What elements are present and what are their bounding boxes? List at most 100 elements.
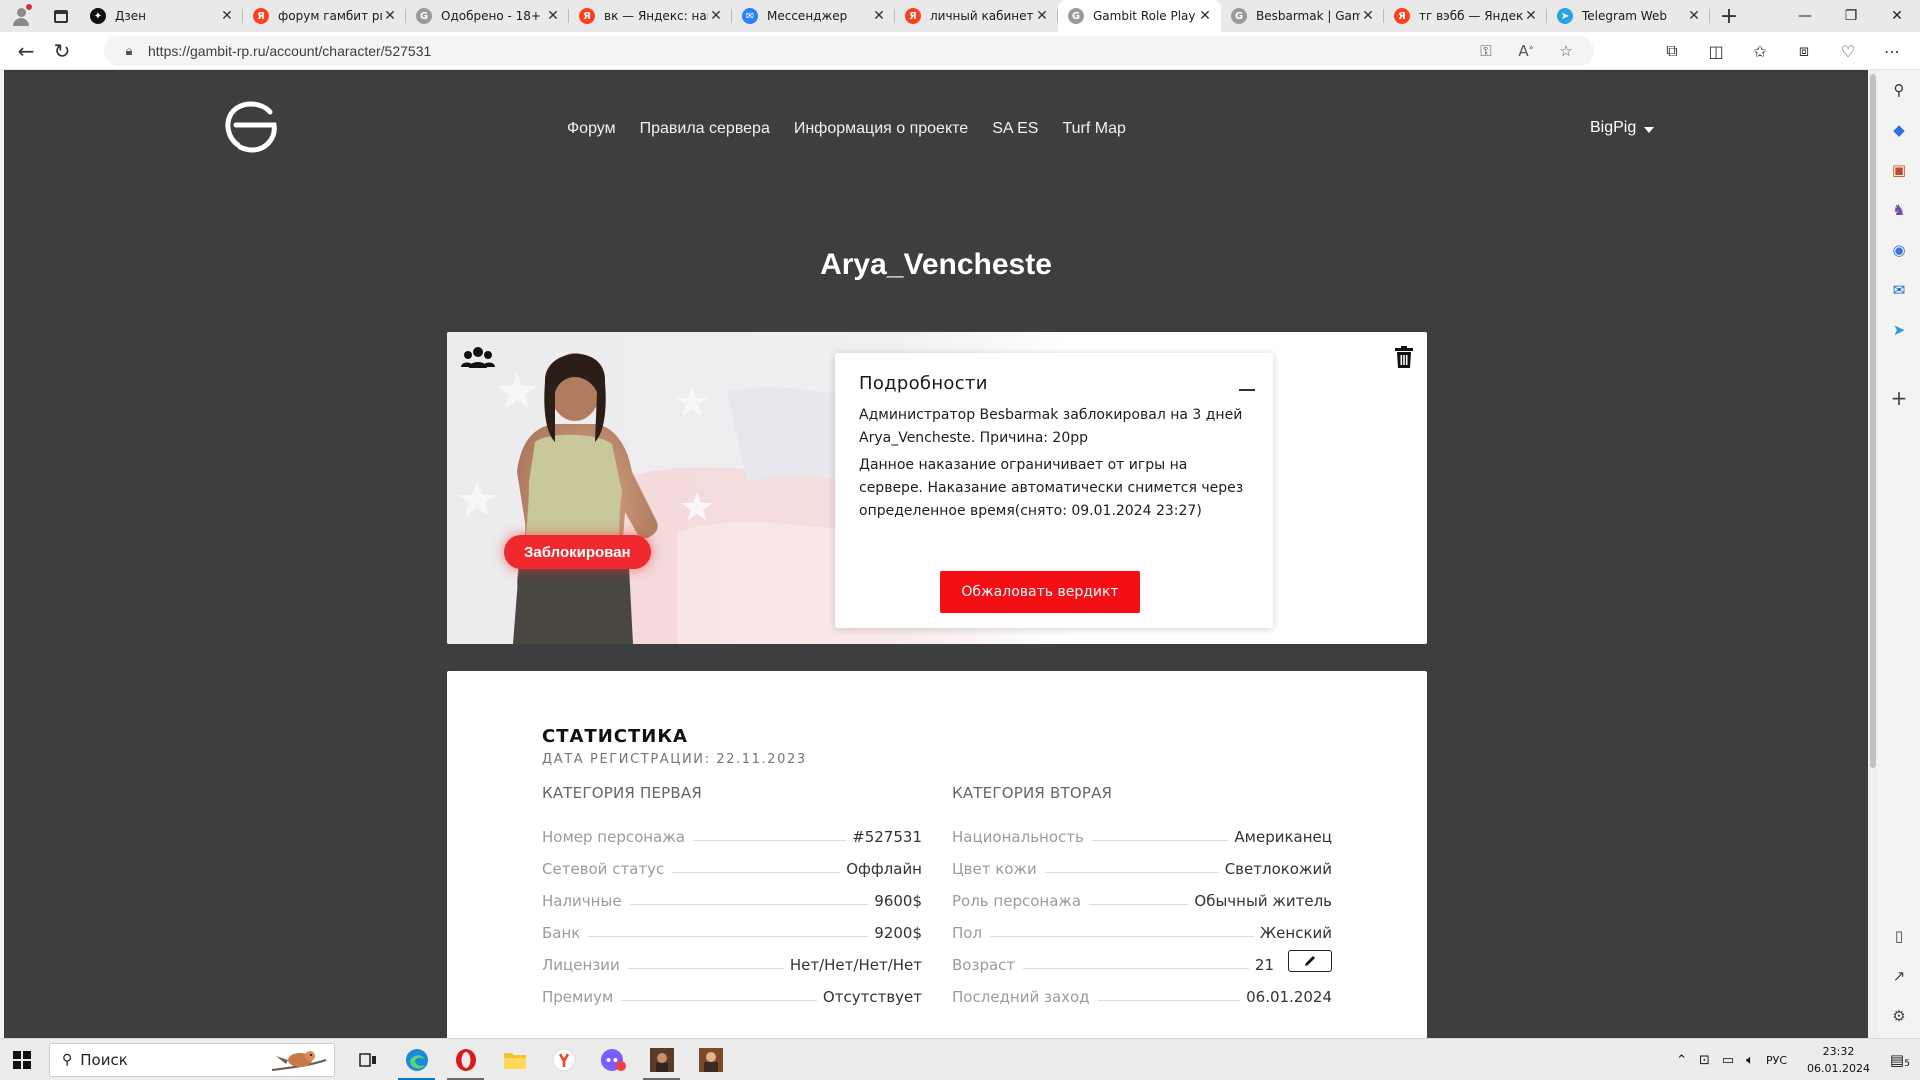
nav-server-rules[interactable]: Правила сервера bbox=[640, 120, 770, 138]
browser-tab[interactable]: Яличный кабинет г ✕ bbox=[895, 0, 1058, 32]
tools-icon[interactable]: ▣ bbox=[1887, 158, 1911, 182]
tab-close-icon[interactable]: ✕ bbox=[871, 8, 887, 24]
outlook-icon[interactable]: ✉ bbox=[1887, 278, 1911, 302]
user-menu[interactable]: BigPig bbox=[1590, 119, 1655, 137]
caret-down-icon[interactable] bbox=[1644, 127, 1655, 133]
new-tab-button[interactable]: + bbox=[1710, 4, 1748, 29]
browser-tab[interactable]: G Besbarmak | Gamb ✕ bbox=[1221, 0, 1384, 32]
address-bar[interactable]: 🔒︎ https://gambit-rp.ru/account/characte… bbox=[104, 36, 1594, 66]
edge-app-icon[interactable] bbox=[392, 1039, 441, 1080]
stat-label: Лицензии bbox=[542, 956, 620, 974]
trash-icon[interactable] bbox=[1395, 346, 1413, 368]
profile-avatar-icon[interactable] bbox=[0, 0, 42, 32]
windows-start-icon[interactable] bbox=[0, 1039, 44, 1080]
nav-turf-map[interactable]: Turf Map bbox=[1062, 120, 1125, 138]
lock-icon[interactable]: 🔒︎ bbox=[114, 44, 144, 59]
file-explorer-icon[interactable] bbox=[490, 1039, 539, 1080]
tab-favicon-icon: G bbox=[1231, 8, 1247, 24]
notification-center-icon[interactable]: ▤ 5 bbox=[1882, 1051, 1912, 1069]
settings-gear-icon[interactable]: ⚙ bbox=[1887, 1004, 1911, 1028]
stat-row: Цвет кожи Светлокожий bbox=[952, 846, 1332, 878]
stat-value: 06.01.2024 bbox=[1246, 988, 1332, 1006]
close-window-icon[interactable]: ✕ bbox=[1874, 0, 1920, 32]
browser-tab[interactable]: ✦ Дзен ✕ bbox=[80, 0, 243, 32]
browser-tab[interactable]: Ятг вэбб — Яндекс ✕ bbox=[1384, 0, 1547, 32]
add-icon[interactable]: + bbox=[1887, 386, 1911, 410]
refresh-icon[interactable]: ↻ bbox=[44, 33, 80, 69]
device-icon[interactable]: ⊡ bbox=[1699, 1053, 1710, 1068]
browser-tab[interactable]: ✉ Мессенджер ✕ bbox=[732, 0, 895, 32]
category-first: КАТЕГОРИЯ ПЕРВАЯ Номер персонажа #527531 … bbox=[542, 784, 922, 1006]
collections-icon[interactable]: ⧈ bbox=[1782, 41, 1826, 61]
browser-toolbar: ← ↻ 🔒︎ https://gambit-rp.ru/account/char… bbox=[0, 32, 1920, 70]
tab-close-icon[interactable]: ✕ bbox=[545, 8, 561, 24]
ban-terms: Данное наказание ограничивает от игры на… bbox=[859, 457, 1244, 519]
nav-project-info[interactable]: Информация о проекте bbox=[794, 120, 968, 138]
telegram-icon[interactable]: ➤ bbox=[1887, 318, 1911, 342]
appeal-button[interactable]: Обжаловать вердикт bbox=[940, 571, 1140, 613]
favorites-icon[interactable]: ✩ bbox=[1738, 42, 1782, 61]
edit-age-button[interactable] bbox=[1288, 950, 1332, 972]
opera-app-icon[interactable] bbox=[441, 1039, 490, 1080]
group-icon[interactable] bbox=[461, 346, 495, 370]
copilot-icon[interactable]: ◉ bbox=[1887, 238, 1911, 262]
tab-close-icon[interactable]: ✕ bbox=[1034, 8, 1050, 24]
game-launcher-icon[interactable] bbox=[686, 1039, 735, 1080]
details-title: Подробности bbox=[859, 373, 988, 394]
stat-label: Пол bbox=[952, 924, 983, 942]
username[interactable]: BigPig bbox=[1590, 119, 1636, 137]
external-link-icon[interactable]: ↗ bbox=[1887, 964, 1911, 988]
nav-forum[interactable]: Форум bbox=[567, 120, 616, 138]
taskbar-search[interactable]: ⚲ Поиск bbox=[49, 1043, 335, 1077]
tab-close-icon[interactable]: ✕ bbox=[1197, 8, 1213, 24]
restore-icon[interactable]: ❐ bbox=[1828, 0, 1874, 32]
nav-sa-es[interactable]: SA ES bbox=[992, 120, 1038, 138]
game-app-icon[interactable] bbox=[637, 1039, 686, 1080]
search-icon[interactable]: ⚲ bbox=[1887, 78, 1911, 102]
browser-tab[interactable]: Явк — Яндекс: наш ✕ bbox=[569, 0, 732, 32]
browser-tab[interactable]: G Gambit Role Play ✕ bbox=[1058, 0, 1221, 32]
browser-essentials-icon[interactable]: ♡ bbox=[1826, 42, 1870, 61]
tab-close-icon[interactable]: ✕ bbox=[1360, 8, 1376, 24]
gambit-logo[interactable] bbox=[222, 98, 280, 156]
browser-tab[interactable]: Яфорум гамбит рп ✕ bbox=[243, 0, 406, 32]
clock[interactable]: 23:32 06.01.2024 bbox=[1807, 1043, 1870, 1077]
stat-value: Светлокожий bbox=[1224, 860, 1332, 878]
tab-close-icon[interactable]: ✕ bbox=[708, 8, 724, 24]
favorite-star-icon[interactable]: ☆ bbox=[1546, 42, 1586, 60]
back-icon[interactable]: ← bbox=[8, 33, 44, 69]
more-menu-icon[interactable]: ⋯ bbox=[1870, 42, 1914, 61]
collapse-icon[interactable] bbox=[1239, 389, 1255, 391]
key-icon[interactable]: ⚿ bbox=[1466, 42, 1506, 60]
volume-icon[interactable]: 🔈︎ bbox=[1746, 1053, 1754, 1068]
tab-close-icon[interactable]: ✕ bbox=[382, 8, 398, 24]
language-indicator[interactable]: РУС bbox=[1766, 1054, 1787, 1067]
tab-close-icon[interactable]: ✕ bbox=[219, 8, 235, 24]
extensions-icon[interactable]: ⧉ bbox=[1650, 41, 1694, 61]
read-aloud-icon[interactable]: A» bbox=[1506, 42, 1546, 60]
browser-tab[interactable]: ➤ Telegram Web ✕ bbox=[1547, 0, 1710, 32]
split-screen-icon[interactable]: ◫ bbox=[1694, 42, 1738, 61]
browser-tab[interactable]: G Одобрено - 18+ т ✕ bbox=[406, 0, 569, 32]
tab-favicon-icon: ✦ bbox=[90, 8, 106, 24]
stat-label: Банк bbox=[542, 924, 581, 942]
network-icon[interactable]: ▭ bbox=[1722, 1053, 1734, 1068]
character-card: Заблокирован Подробности Администратор B… bbox=[447, 332, 1427, 644]
window-controls: — ❐ ✕ bbox=[1782, 0, 1920, 32]
scrollbar-thumb[interactable] bbox=[1870, 74, 1876, 768]
page-scrollbar[interactable] bbox=[1868, 70, 1878, 1038]
discord-app-icon[interactable] bbox=[588, 1039, 637, 1080]
tab-close-icon[interactable]: ✕ bbox=[1686, 8, 1702, 24]
tab-actions-icon[interactable] bbox=[42, 0, 80, 32]
sidebar-layout-icon[interactable]: ▯ bbox=[1887, 924, 1911, 948]
chevron-up-icon[interactable]: ⌃ bbox=[1676, 1053, 1687, 1068]
task-view-icon[interactable] bbox=[343, 1039, 392, 1080]
minimize-icon[interactable]: — bbox=[1782, 0, 1828, 32]
browser-tab-strip: ✦ Дзен ✕ Яфорум гамбит рп ✕ G Одобрено - 18+ т… bbox=[0, 0, 1920, 32]
tab-favicon-icon: ➤ bbox=[1557, 8, 1573, 24]
shopping-icon[interactable]: ◆ bbox=[1887, 118, 1911, 142]
url-text[interactable]: https://gambit-rp.ru/account/character/5… bbox=[148, 43, 431, 59]
games-icon[interactable]: ♞ bbox=[1887, 198, 1911, 222]
yandex-browser-icon[interactable] bbox=[539, 1039, 588, 1080]
tab-close-icon[interactable]: ✕ bbox=[1523, 8, 1539, 24]
